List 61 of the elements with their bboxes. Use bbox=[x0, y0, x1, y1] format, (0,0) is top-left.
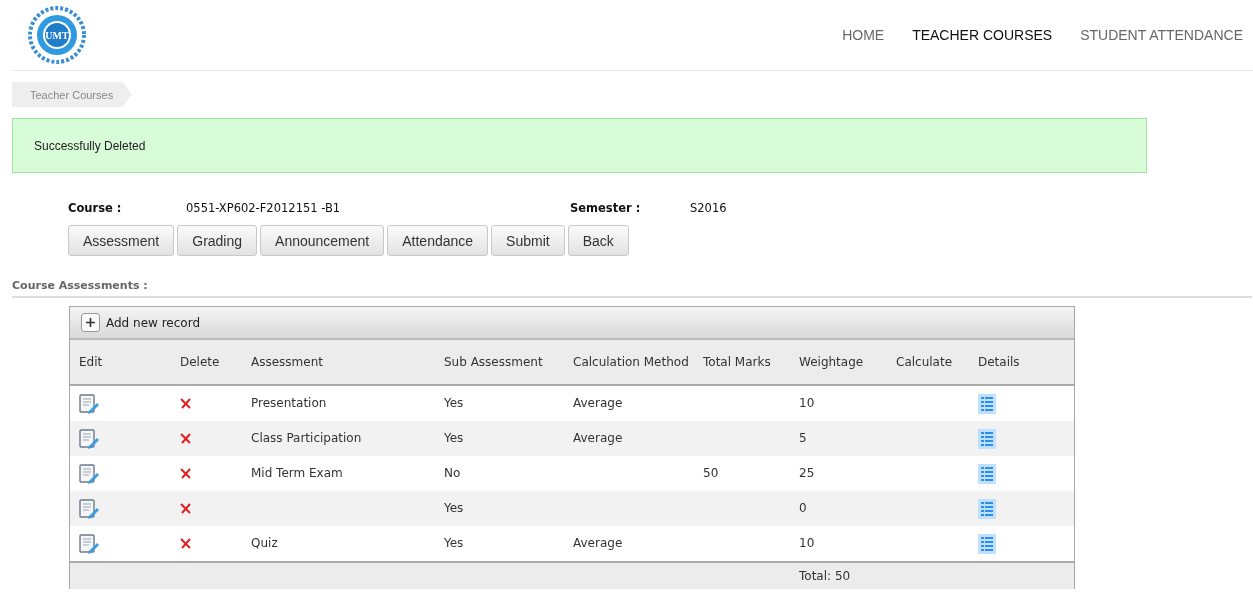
delete-icon[interactable] bbox=[180, 433, 191, 444]
table-cell-text: Mid Term Exam bbox=[250, 465, 344, 482]
column-header: Weightage bbox=[798, 353, 865, 371]
plus-icon bbox=[81, 313, 100, 332]
edit-icon[interactable] bbox=[79, 498, 100, 519]
edit-icon[interactable] bbox=[79, 533, 100, 554]
list-icon[interactable] bbox=[978, 393, 996, 414]
table-cell-text: Yes bbox=[443, 500, 465, 517]
action-button[interactable]: Submit bbox=[491, 225, 565, 256]
list-icon[interactable] bbox=[978, 533, 996, 554]
action-button[interactable]: Attendance bbox=[387, 225, 489, 256]
course-value: 0551-XP602-F2012151 -B1 bbox=[186, 201, 342, 215]
delete-icon[interactable] bbox=[180, 503, 191, 514]
table-cell-text: Yes bbox=[443, 535, 465, 552]
list-icon[interactable] bbox=[978, 428, 996, 449]
table-cell-text: Presentation bbox=[250, 395, 328, 412]
table-cell-text: Average bbox=[572, 395, 624, 412]
action-button[interactable]: Announcement bbox=[260, 225, 385, 256]
column-header: Calculate bbox=[895, 353, 954, 371]
action-button[interactable]: Back bbox=[567, 225, 629, 256]
delete-icon[interactable] bbox=[180, 398, 191, 409]
column-header: Details bbox=[977, 353, 1021, 371]
column-header: Assessment bbox=[250, 353, 324, 371]
table-cell-text: 50 bbox=[702, 465, 720, 482]
table-cell-text: 25 bbox=[798, 465, 816, 482]
table-cell-text: 0 bbox=[798, 500, 808, 517]
column-header: Delete bbox=[179, 353, 221, 371]
table-cell-text: Yes bbox=[443, 430, 465, 447]
edit-icon[interactable] bbox=[79, 393, 100, 414]
column-header: Sub Assessment bbox=[443, 353, 544, 371]
edit-icon[interactable] bbox=[79, 428, 100, 449]
logo: UMT bbox=[28, 6, 86, 64]
table-cell-text: Average bbox=[572, 535, 624, 552]
list-icon[interactable] bbox=[978, 463, 996, 484]
nav-link[interactable]: TEACHER COURSES bbox=[912, 27, 1053, 43]
add-record-button[interactable]: Add new record bbox=[81, 313, 200, 332]
success-message: Successfully Deleted bbox=[12, 118, 1147, 173]
table-cell-text: Quiz bbox=[250, 535, 279, 552]
column-header: Edit bbox=[78, 353, 104, 371]
table-cell-text: Yes bbox=[443, 395, 465, 412]
nav-link[interactable]: STUDENT ATTENDANCE bbox=[1080, 27, 1243, 43]
delete-icon[interactable] bbox=[180, 538, 191, 549]
delete-icon[interactable] bbox=[180, 468, 191, 479]
section-title: Course Assessments : bbox=[12, 279, 1252, 298]
action-button[interactable]: Grading bbox=[177, 225, 258, 256]
column-header: Total Marks bbox=[702, 353, 772, 371]
table-cell-text: No bbox=[443, 465, 462, 482]
list-icon[interactable] bbox=[978, 498, 996, 519]
nav-link[interactable]: HOME bbox=[842, 27, 885, 43]
table-cell-text: 10 bbox=[798, 395, 816, 412]
table-cell-text: 10 bbox=[798, 535, 816, 552]
table-cell-text: 5 bbox=[798, 430, 808, 447]
action-button[interactable]: Assessment bbox=[68, 225, 175, 256]
course-label: Course : bbox=[68, 201, 123, 215]
semester-value: S2016 bbox=[690, 201, 728, 215]
table-cell-text: Average bbox=[572, 430, 624, 447]
edit-icon[interactable] bbox=[79, 463, 100, 484]
column-header: Calculation Method bbox=[572, 353, 690, 371]
table-cell-text: Class Participation bbox=[250, 430, 363, 447]
total-weightage: Total: 50 bbox=[798, 567, 852, 585]
semester-label: Semester : bbox=[570, 201, 642, 215]
